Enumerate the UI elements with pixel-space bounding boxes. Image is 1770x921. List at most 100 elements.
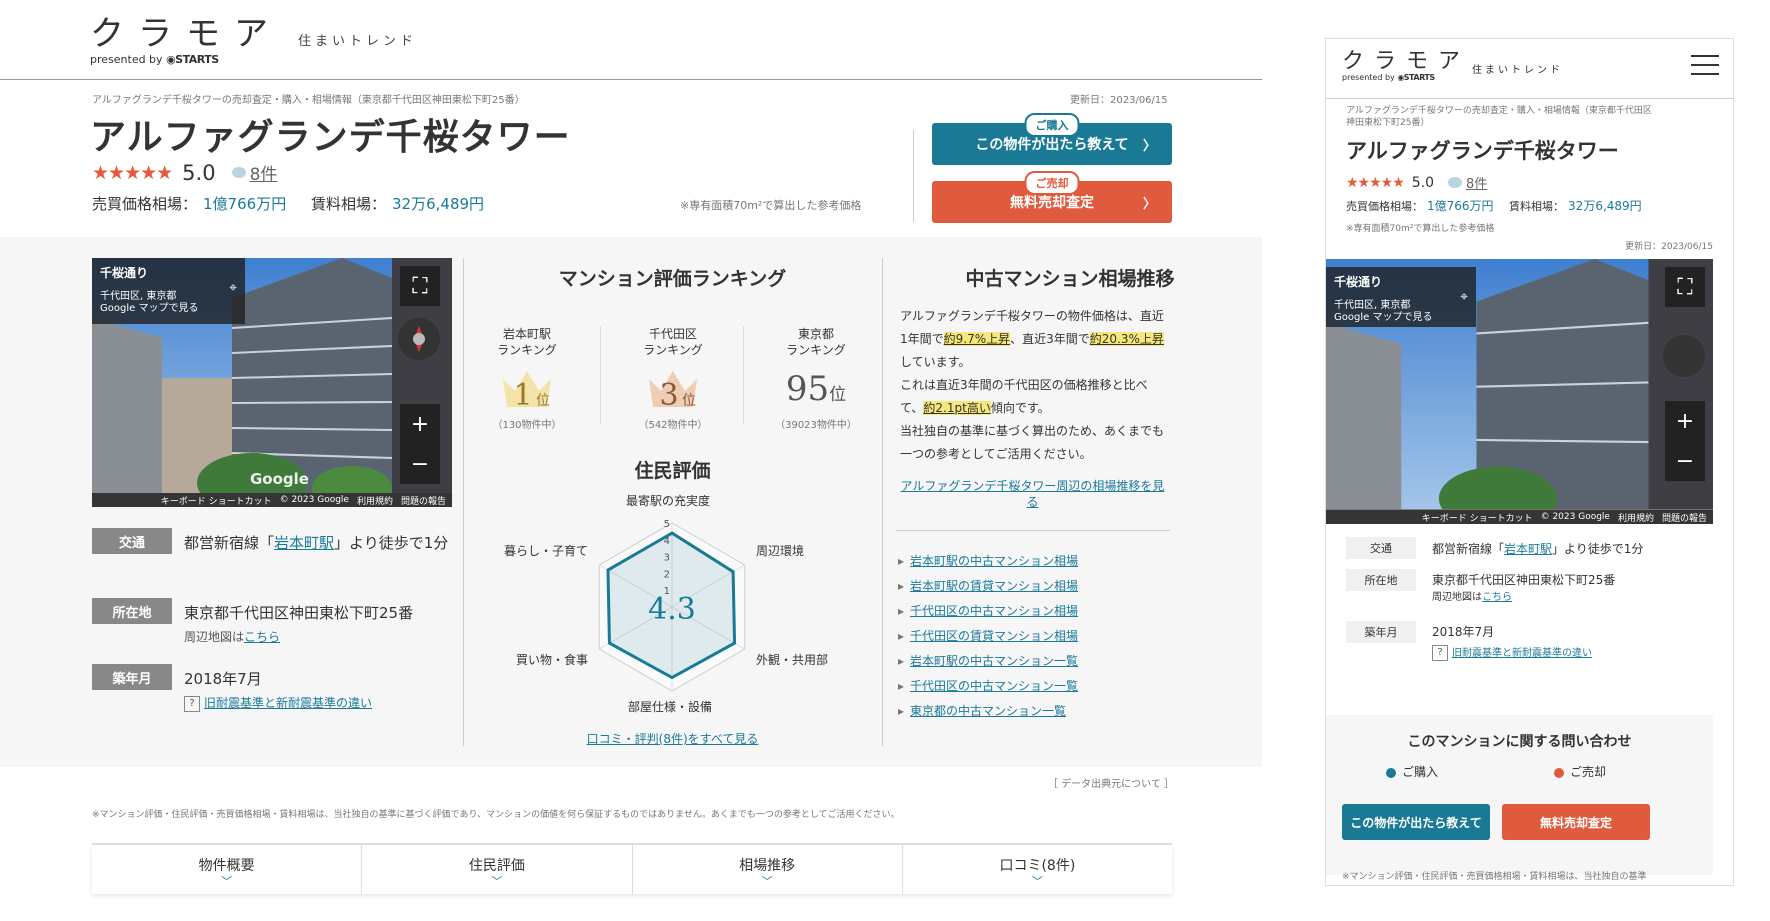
inquiry-heading: このマンションに関する問い合わせ bbox=[1407, 734, 1632, 750]
access-value: 都営新宿線「岩本町駅」より徒歩で1分 bbox=[184, 534, 449, 552]
built-value: 2018年7月 ? 旧耐震基準と新耐震基準の違い bbox=[184, 670, 373, 712]
buy-legend: ご購入 bbox=[1386, 763, 1438, 780]
tab-overview[interactable]: 物件概要 ﹀ bbox=[92, 845, 363, 894]
logo-text: クラモア bbox=[90, 14, 282, 54]
compass-icon[interactable] bbox=[1663, 335, 1705, 377]
trend-description: アルファグランデ千桜タワーの物件価格は、直近1年間で約9.7%上昇、直近3年間で… bbox=[900, 309, 1165, 461]
google-maps-link[interactable]: Google マップで見る bbox=[100, 303, 237, 315]
zoom-in-button[interactable]: + bbox=[1665, 401, 1705, 441]
zoom-in-button[interactable]: + bbox=[400, 404, 440, 444]
question-icon: ? bbox=[1432, 645, 1448, 661]
terms-link[interactable]: 利用規約 bbox=[357, 494, 393, 507]
list-item[interactable]: 千代田区の中古マンション一覧 bbox=[898, 677, 1078, 702]
access-row: 交通 都営新宿線「岩本町駅」より徒歩で1分 bbox=[1346, 537, 1643, 559]
rating-score: 5.0 bbox=[182, 160, 216, 185]
access-tag: 交通 bbox=[92, 528, 172, 554]
site-tagline: 住まいトレンド bbox=[1472, 65, 1563, 76]
radar-tick-label: 4 bbox=[664, 536, 670, 547]
free-valuation-button[interactable]: 無料売却査定 bbox=[1502, 804, 1650, 840]
list-item[interactable]: 東京都の中古マンション一覧 bbox=[898, 702, 1078, 727]
chevron-down-icon: ﹀ bbox=[221, 875, 233, 888]
trend-detail-link[interactable]: アルファグランデ千桜タワー周辺の相場推移を見る bbox=[900, 478, 1165, 510]
zoom-out-button[interactable]: − bbox=[1665, 441, 1705, 481]
svg-text:1: 1 bbox=[513, 378, 532, 413]
tab-trend[interactable]: 相場推移 ﹀ bbox=[633, 845, 903, 894]
address-tag: 所在地 bbox=[1346, 569, 1416, 591]
keyboard-shortcuts-link[interactable]: キーボード ショートカット bbox=[161, 494, 272, 507]
street-view[interactable]: 千桜通り 千代田区, 東京都 Google マップで見る ⌖ ⛶ + − Goo… bbox=[92, 258, 452, 507]
reviews-link[interactable]: 8件 bbox=[226, 160, 277, 185]
page-title: アルファグランデ千桜タワー bbox=[1346, 139, 1619, 163]
nearby-map-link[interactable]: こちら bbox=[244, 630, 280, 644]
presented-by-text: presented by bbox=[90, 53, 163, 66]
ranking-heading: マンション評価ランキング bbox=[558, 268, 787, 290]
sell-pill: ご売却 bbox=[1024, 171, 1080, 195]
rent-price-label: 賃料相場： bbox=[310, 195, 386, 213]
nearby-map-link[interactable]: こちら bbox=[1482, 592, 1512, 603]
earthquake-standard-link[interactable]: 旧耐震基準と新耐震基準の違い bbox=[204, 696, 372, 710]
street-view-footer: キーボード ショートカット © 2023 Google 利用規約 問題の報告 bbox=[1326, 510, 1713, 524]
free-valuation-label: 無料売却査定 bbox=[1010, 195, 1094, 211]
station-link[interactable]: 岩本町駅 bbox=[1504, 542, 1552, 556]
free-valuation-button[interactable]: ご売却 無料売却査定 〉 bbox=[932, 171, 1172, 223]
breadcrumb: アルファグランデ千桜タワーの売却査定・購入・相場情報（東京都千代田区神田東松下町… bbox=[1346, 106, 1652, 128]
reviews-link[interactable]: 8件 bbox=[1442, 173, 1487, 192]
tab-resident[interactable]: 住民評価 ﹀ bbox=[362, 845, 633, 894]
market-links-list: 岩本町駅の中古マンション相場 岩本町駅の賃貸マンション相場 千代田区の中古マンシ… bbox=[898, 552, 1078, 727]
compass-icon[interactable] bbox=[398, 318, 440, 360]
radar-tick-label: 3 bbox=[664, 553, 670, 564]
tab-reviews[interactable]: 口コミ(8件) ﹀ bbox=[903, 845, 1172, 894]
svg-text:位: 位 bbox=[536, 393, 550, 409]
inquiry-section: このマンションに関する問い合わせ ご購入 ご売却 この物件が出たら教えて 無料売… bbox=[1326, 715, 1713, 875]
rent-price-value: 32万6,489円 bbox=[392, 195, 485, 213]
chevron-down-icon: ﹀ bbox=[491, 875, 503, 888]
price-summary: 売買価格相場： 1億766万円 賃料相場： 32万6,489円 bbox=[1346, 199, 1642, 213]
radar-tick-label: 5 bbox=[664, 519, 670, 530]
question-icon: ? bbox=[184, 695, 200, 712]
radar-axis-label: 外観・共用部 bbox=[756, 653, 829, 667]
built-row: 築年月 2018年7月? 旧耐震基準と新耐震基準の違い bbox=[1346, 621, 1592, 665]
hamburger-menu-icon[interactable] bbox=[1691, 55, 1719, 77]
area-note: ※専有面積70m²で算出した参考価格 bbox=[1346, 224, 1495, 234]
fullscreen-button[interactable]: ⛶ bbox=[400, 266, 440, 306]
earthquake-standard-link[interactable]: 旧耐震基準と新耐震基準の違い bbox=[1452, 648, 1592, 659]
address-row: 所在地 東京都千代田区神田東松下町25番 周辺地図はこちら bbox=[92, 598, 413, 646]
rating-row: ★★★★★ 5.0 8件 bbox=[1346, 173, 1487, 193]
logo-text: クラモア bbox=[1342, 49, 1471, 74]
google-watermark: Google bbox=[250, 470, 309, 488]
data-source-link[interactable]: ［ データ出典元について ］ bbox=[1048, 775, 1174, 790]
list-item[interactable]: 千代田区の賃貸マンション相場 bbox=[898, 627, 1078, 652]
rating-score: 5.0 bbox=[1411, 174, 1435, 191]
bronze-crown-icon: 3 位 bbox=[613, 362, 733, 416]
fullscreen-button[interactable]: ⛶ bbox=[1665, 267, 1705, 307]
notify-me-button[interactable]: ご購入 この物件が出たら教えて 〉 bbox=[932, 113, 1172, 165]
mobile-header: クラモア presented by ◉STARTS 住まいトレンド bbox=[1326, 39, 1733, 99]
street-view[interactable]: 千桜通り 千代田区, 東京都 Google マップで見る ⌖ ⛶ + − キーボー… bbox=[1326, 259, 1713, 524]
address-value: 東京都千代田区神田東松下町25番 周辺地図はこちら bbox=[184, 604, 414, 644]
list-item[interactable]: 岩本町駅の中古マンション一覧 bbox=[898, 652, 1078, 677]
site-logo[interactable]: クラモア presented by ◉STARTS bbox=[1342, 43, 1470, 82]
street-view-info-card: 千桜通り 千代田区, 東京都 Google マップで見る ⌖ bbox=[1326, 267, 1476, 327]
site-logo[interactable]: クラモア presented by ◉STARTS bbox=[90, 6, 282, 66]
resident-radar-chart: 1 2 3 4 5 4.3 最寄駅の充実度 周辺環境 外観・共用部 部屋仕様・設備 買い物… bbox=[500, 490, 845, 724]
notify-me-button[interactable]: この物件が出たら教えて bbox=[1342, 804, 1490, 840]
google-maps-link[interactable]: Google マップで見る bbox=[1334, 312, 1468, 324]
ranking-divider bbox=[600, 326, 601, 424]
radar-axis-label: 買い物・食事 bbox=[516, 653, 589, 667]
station-link[interactable]: 岩本町駅 bbox=[274, 534, 334, 552]
column-divider bbox=[463, 258, 464, 746]
ranking-prefecture: 東京都 ランキング 95位 （39023物件中） bbox=[775, 327, 857, 431]
report-problem-link[interactable]: 問題の報告 bbox=[401, 494, 446, 507]
all-reviews-link[interactable]: 口コミ・評判(8件)をすべて見る bbox=[500, 730, 845, 747]
list-item[interactable]: 岩本町駅の中古マンション相場 bbox=[898, 552, 1078, 577]
list-item[interactable]: 千代田区の中古マンション相場 bbox=[898, 602, 1078, 627]
access-tag: 交通 bbox=[1346, 537, 1416, 559]
page-title: アルファグランデ千桜タワー bbox=[90, 117, 571, 158]
breadcrumb: アルファグランデ千桜タワーの売却査定・購入・相場情報（東京都千代田区神田東松下町… bbox=[92, 95, 525, 106]
list-item[interactable]: 岩本町駅の賃貸マンション相場 bbox=[898, 577, 1078, 602]
sale-price-value: 1億766万円 bbox=[203, 195, 287, 213]
zoom-out-button[interactable]: − bbox=[400, 444, 440, 484]
ranking-station: 岩本町駅 ランキング 1 位 （130物件中） bbox=[467, 326, 587, 431]
map-pin-icon: ⌖ bbox=[1460, 289, 1468, 305]
built-row: 築年月 2018年7月 ? 旧耐震基準と新耐震基準の違い bbox=[92, 664, 372, 712]
